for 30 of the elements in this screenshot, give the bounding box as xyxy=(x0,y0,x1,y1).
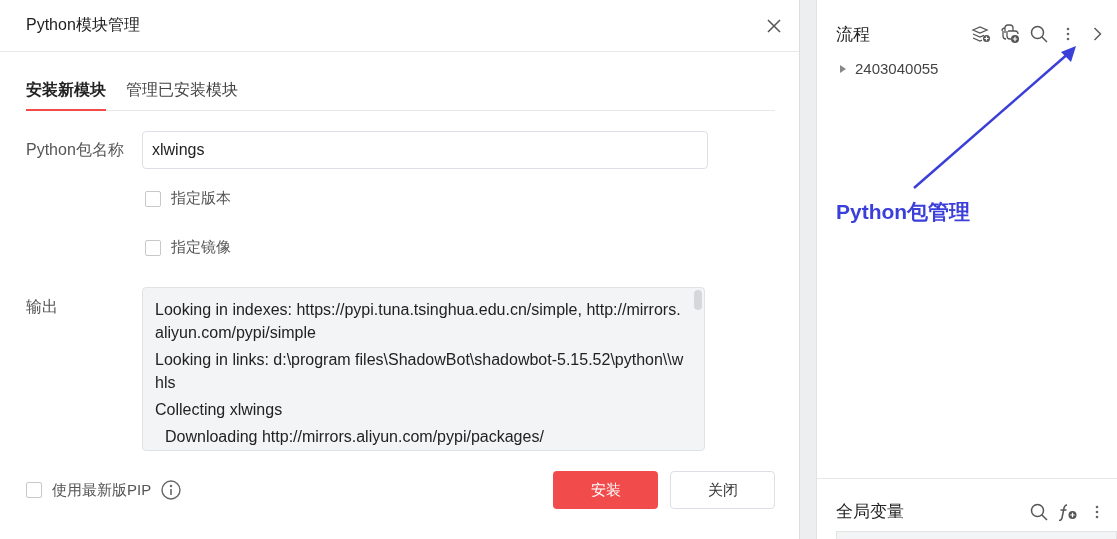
close-button[interactable] xyxy=(765,16,783,35)
checkbox-label: 使用最新版PIP xyxy=(52,480,152,500)
flow-item[interactable]: 2403040055 xyxy=(855,60,939,77)
search-icon[interactable] xyxy=(1029,501,1049,522)
checkbox[interactable] xyxy=(145,239,161,256)
function-add-icon[interactable] xyxy=(1058,501,1078,522)
package-name-field[interactable]: xlwings xyxy=(142,131,708,169)
log-line: Looking in links: d:\program files\ShadowBot\shadowbot-5.15.52\python\\whls xyxy=(155,350,685,393)
log-line: Downloading http://mirrors.aliyun.com/pypi/packages/ xyxy=(164,427,545,447)
install-button[interactable]: 安装 xyxy=(553,471,658,509)
field-label: Python包名称 xyxy=(26,140,125,160)
scrollbar-thumb[interactable] xyxy=(694,290,702,310)
close-button[interactable]: 关闭 xyxy=(670,471,775,509)
annotation-label: Python包管理 xyxy=(836,199,971,225)
dialog-title: Python模块管理 xyxy=(26,15,140,35)
log-line: Looking in indexes: https://pypi.tuna.tsinghua.edu.cn/simple, http://mirrors.aliyun.com/pypi/simple xyxy=(155,300,682,343)
info-icon[interactable] xyxy=(161,480,182,500)
tab[interactable]: 安装新模块 xyxy=(26,72,106,111)
field-label: 输出 xyxy=(26,297,59,317)
checkbox-label: 指定版本 xyxy=(171,189,231,208)
layers-add-icon[interactable] xyxy=(971,24,991,44)
search-icon[interactable] xyxy=(1029,24,1049,44)
checkbox[interactable] xyxy=(26,482,42,498)
expand-icon[interactable] xyxy=(839,64,847,73)
panel-title: 流程 xyxy=(836,23,871,46)
checkbox-label: 指定镜像 xyxy=(171,238,231,257)
checkbox[interactable] xyxy=(145,190,161,207)
panel-title: 全局变量 xyxy=(836,501,905,524)
tab[interactable]: 管理已安装模块 xyxy=(126,72,238,111)
log-line: Collecting xlwings xyxy=(155,400,284,420)
